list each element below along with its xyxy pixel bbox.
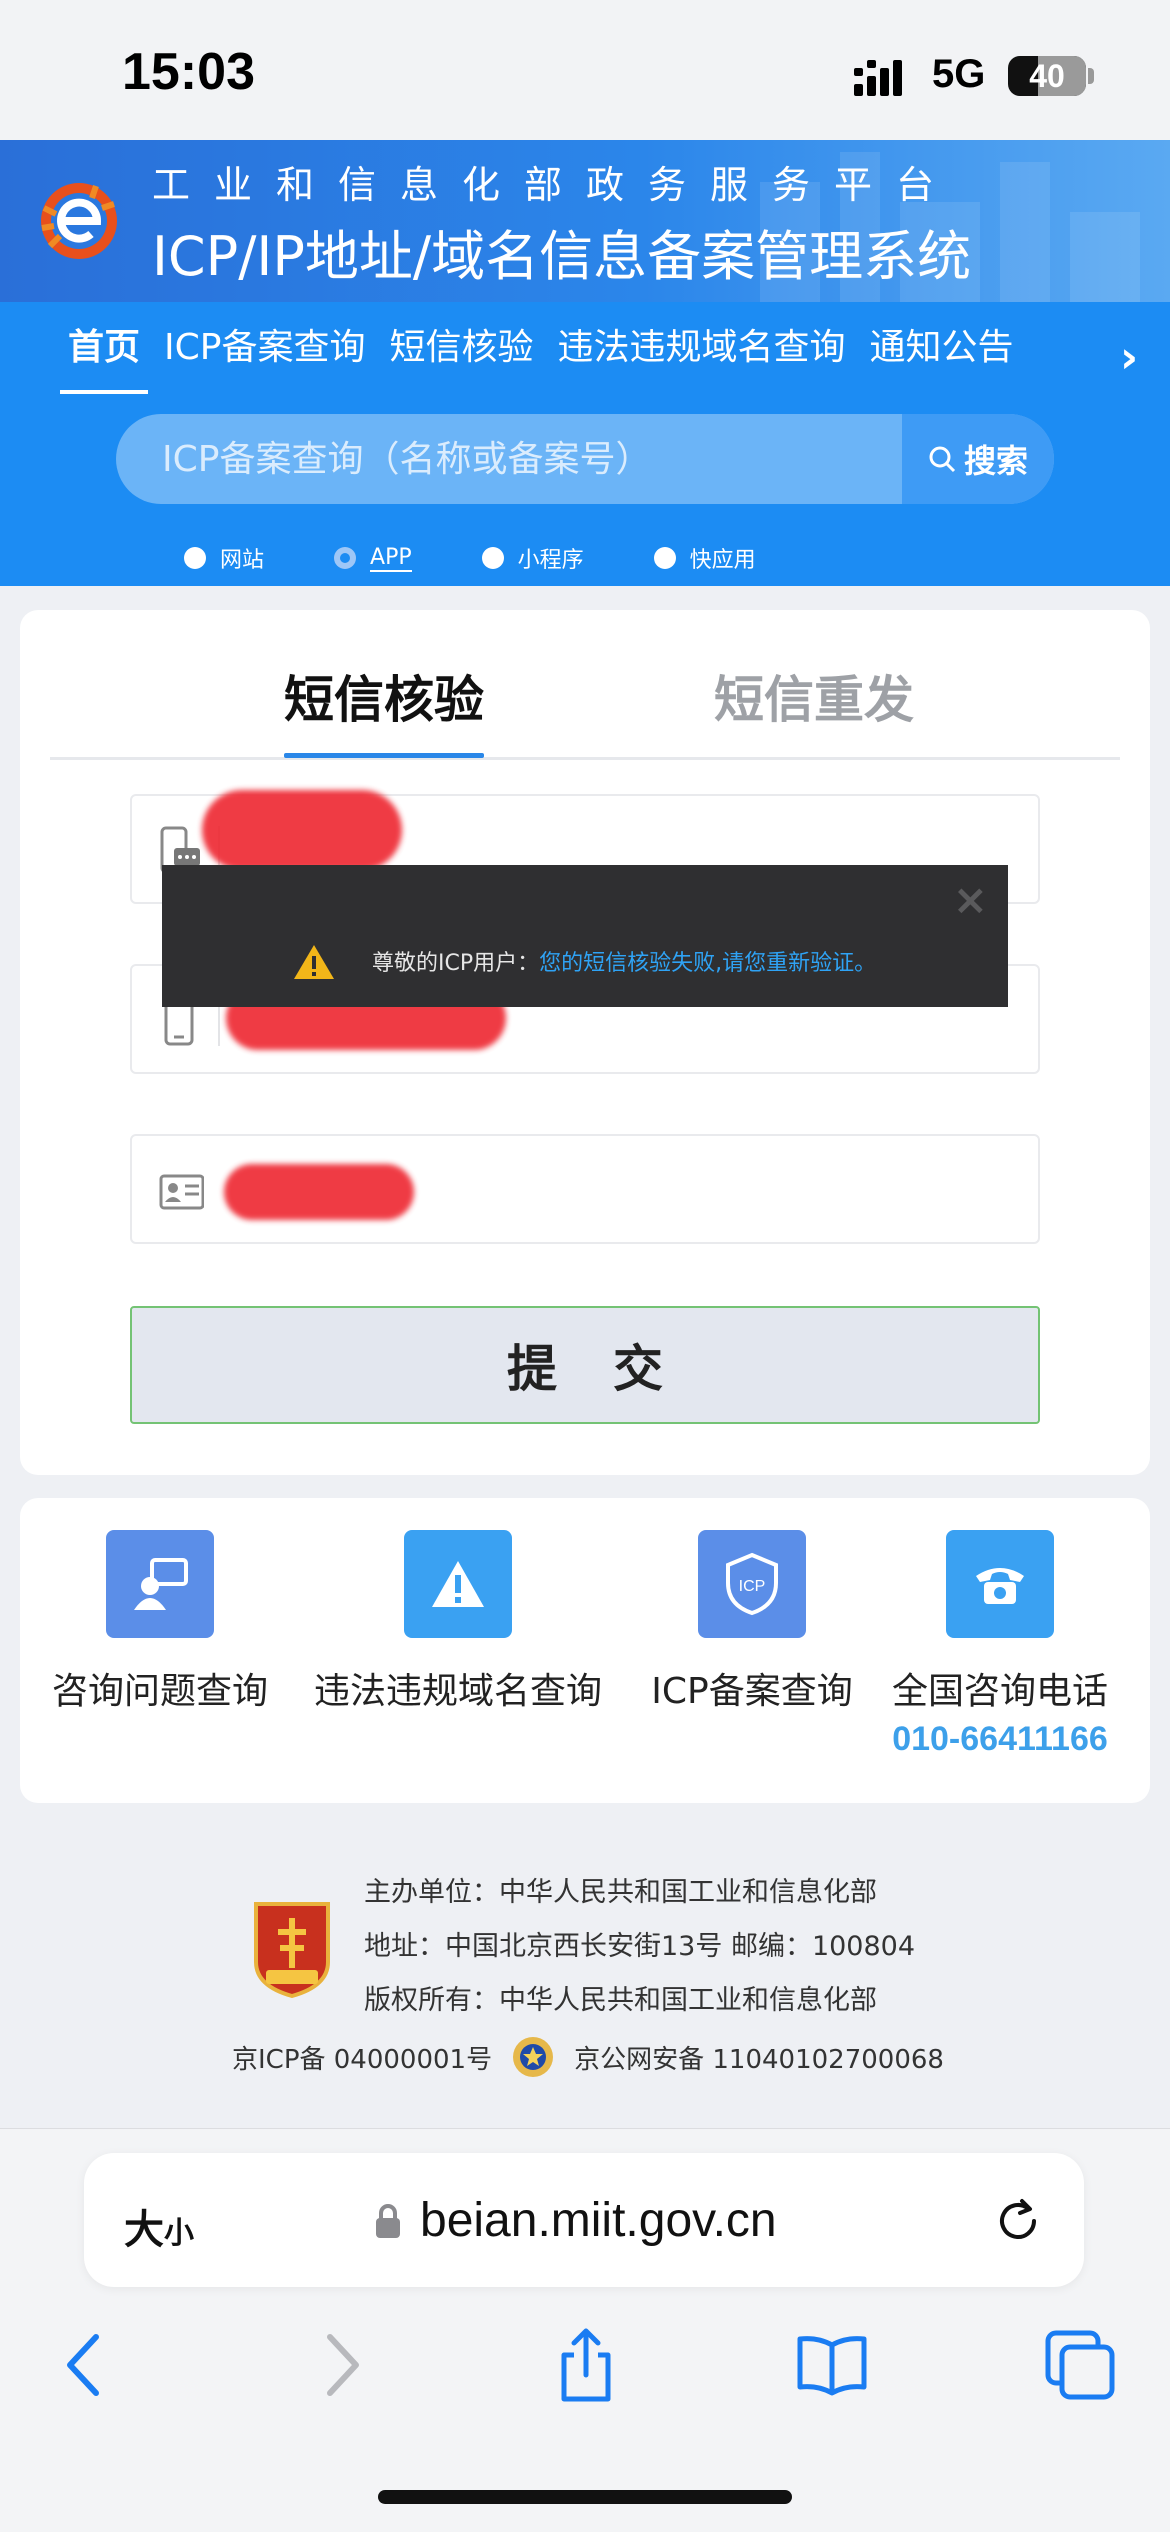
nav-tab-icp-query[interactable]: ICP备案查询 [152,320,377,400]
service-icp-query[interactable]: ICP ICP备案查询 [622,1530,882,1714]
battery-level: 40 [1029,58,1065,94]
footer-info: 主办单位：中华人民共和国工业和信息化部 地址：中国北京西长安街13号 邮编：10… [0,1850,1170,2120]
error-toast: × 尊敬的ICP用户：您的短信核验失败,请您重新验证。 [162,865,1008,1007]
radio-app[interactable]: APP [334,542,412,574]
back-icon[interactable] [46,2325,126,2405]
toast-error-text: 您的短信核验失败,请您重新验证。 [539,951,877,976]
status-time: 15:03 [122,43,255,101]
tab-sms-verify[interactable]: 短信核验 [284,660,484,758]
footer-icp-link[interactable]: 京ICP备 04000001号 [232,2039,492,2076]
police-badge-icon [513,2037,554,2077]
radio-mini-program[interactable]: 小程序 [481,542,584,574]
nav-tab-notices[interactable]: 通知公告 [858,320,1026,400]
redacted-value [224,1164,414,1220]
close-icon[interactable]: × [953,875,988,924]
service-consult[interactable]: 咨询问题查询 [50,1530,270,1714]
nav-tab-illegal-domain[interactable]: 违法违规域名查询 [546,320,858,400]
network-type: 5G [932,52,986,96]
site-title: ICP/IP地址/域名信息备案管理系统 [152,225,972,288]
main-nav: 首页 ICP备案查询 短信核验 违法违规域名查询 通知公告 › 搜索 网站 AP… [0,302,1170,586]
radio-website[interactable]: 网站 [184,542,264,574]
id-number-field[interactable] [130,1134,1040,1244]
warning-triangle-icon [404,1530,512,1638]
bookmarks-icon[interactable] [792,2325,872,2405]
nav-tabs: 首页 ICP备案查询 短信核验 违法违规域名查询 通知公告 [56,320,1026,400]
search-type-radios: 网站 APP 小程序 快应用 [184,542,826,574]
cellular-signal-icon [854,60,902,96]
hotline-number[interactable]: 010-66411166 [870,1720,1130,1759]
footer-address: 地址：中国北京西长安街13号 邮编：100804 [364,1931,916,1962]
id-card-icon [159,1174,204,1210]
tab-sms-resend[interactable]: 短信重发 [714,660,914,732]
battery-icon: 40 [1008,56,1086,96]
search-button-label: 搜索 [963,442,1028,480]
service-illegal-domain[interactable]: 违法违规域名查询 [298,1530,618,1714]
phone-icon [946,1530,1054,1638]
consult-icon [106,1530,214,1638]
redacted-value [202,790,402,870]
url-text[interactable]: beian.miit.gov.cn [420,2193,777,2248]
footer-sponsor: 主办单位：中华人民共和国工业和信息化部 [364,1877,877,1908]
toast-message: 尊敬的ICP用户：您的短信核验失败,请您重新验证。 [372,945,876,977]
share-icon[interactable] [546,2325,626,2405]
sms-verify-card: 短信核验 短信重发 提交 [20,610,1150,1475]
tabs-icon[interactable] [1040,2325,1120,2405]
site-subtitle: 工业和信息化部政务服务平台 [152,163,959,207]
service-hotline[interactable]: 全国咨询电话 010-66411166 [870,1530,1130,1759]
service-hotline-label: 全国咨询电话 [891,1671,1108,1712]
shield-icon: ICP [698,1530,806,1638]
service-illegal-domain-label: 违法违规域名查询 [313,1671,602,1712]
battery-tip [1088,68,1094,84]
submit-button[interactable]: 提交 [130,1306,1040,1424]
site-header: 工业和信息化部政务服务平台 ICP/IP地址/域名信息备案管理系统 [0,140,1170,302]
gov-emblem-icon [254,1902,330,1998]
svg-text:ICP: ICP [739,1578,766,1595]
service-consult-label: 咨询问题查询 [51,1671,268,1712]
footer-police-link[interactable]: 京公网安备 11040102700068 [574,2039,944,2076]
radio-quick-app[interactable]: 快应用 [653,542,756,574]
footer-copyright: 版权所有：中华人民共和国工业和信息化部 [364,1985,877,2016]
search-input[interactable] [116,414,902,504]
browser-toolbar: 大小 beian.miit.gov.cn [0,2128,1170,2532]
nav-tab-home[interactable]: 首页 [56,320,152,400]
nav-more-chevron-icon[interactable]: › [1120,332,1138,383]
home-indicator [378,2490,792,2504]
search-bar: 搜索 [116,414,1054,504]
footer-registration: 京ICP备 04000001号 京公网安备 11040102700068 [232,2034,944,2080]
nav-tab-sms-verify[interactable]: 短信核验 [377,320,545,400]
reload-icon[interactable] [992,2195,1044,2247]
text-size-button[interactable]: 大小 [124,2197,194,2255]
services-card: 咨询问题查询 违法违规域名查询 ICP ICP备案查询 全国咨询电话 010-6… [20,1498,1150,1803]
search-icon [929,446,956,473]
lock-icon [376,2204,400,2238]
warning-icon [294,945,334,979]
address-bar[interactable]: 大小 beian.miit.gov.cn [84,2153,1084,2287]
search-button[interactable]: 搜索 [902,414,1054,504]
status-bar: 15:03 5G 40 [0,0,1170,140]
form-tabs: 短信核验 短信重发 [50,650,1120,760]
toast-prefix: 尊敬的ICP用户： [372,951,540,976]
miit-logo-icon [41,183,117,259]
service-icp-query-label: ICP备案查询 [651,1671,853,1712]
forward-icon[interactable] [300,2325,380,2405]
